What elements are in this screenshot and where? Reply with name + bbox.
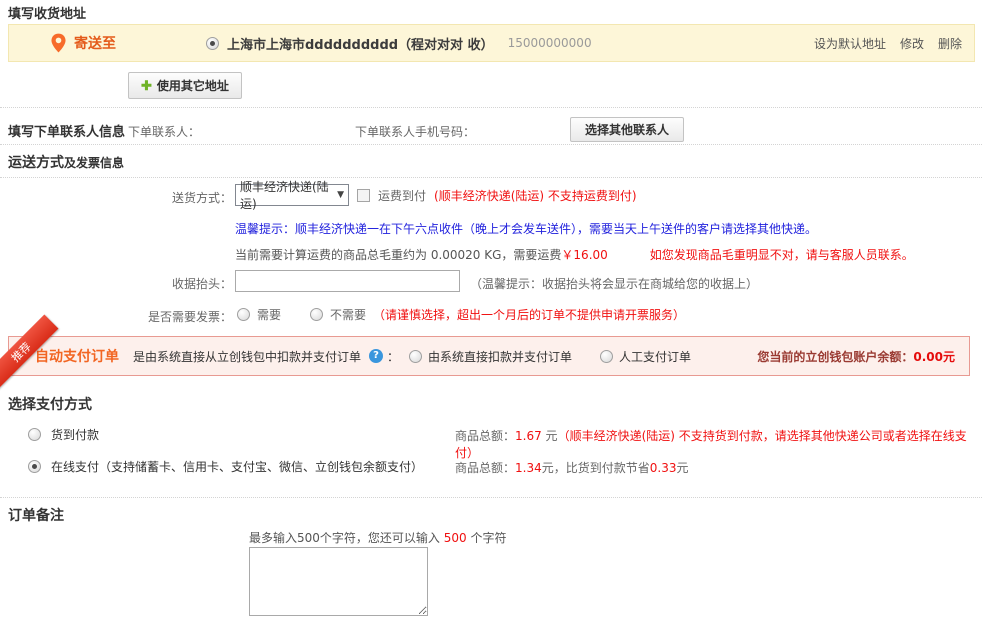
online-pay-label: 在线支付（支持储蓄卡、信用卡、支付宝、微信、立创钱包余额支付） — [51, 458, 423, 475]
shipping-method-select[interactable]: 顺丰经济快递(陆运) ▼ — [235, 184, 349, 206]
address-text: 上海市上海市dddddddddd（程对对对 收） — [227, 34, 494, 53]
choose-other-contact-label: 选择其他联系人 — [585, 121, 669, 138]
separator — [0, 144, 982, 145]
online-total-label: 商品总额： — [455, 461, 515, 475]
invoice-yes-label: 需要 — [257, 306, 281, 323]
auto-pay-banner: 推荐 自动支付订单 是由系统直接从立创钱包中扣款并支付订单 ? ： 由系统直接扣… — [8, 336, 970, 376]
invoice-no-label: 不需要 — [330, 306, 366, 323]
receipt-tip: （温馨提示：收据抬头将会显示在商城给您的收据上） — [470, 275, 758, 292]
receipt-title-label: 收据抬头： — [100, 275, 232, 292]
delete-address-link[interactable]: 删除 — [938, 35, 962, 52]
shipping-section-subtitle: 及发票信息 — [64, 156, 124, 170]
online-pay-radio[interactable] — [28, 460, 41, 473]
freight-collect-checkbox[interactable] — [357, 189, 370, 202]
use-other-address-button[interactable]: ✚ 使用其它地址 — [128, 72, 242, 99]
online-unit: 元 — [676, 461, 688, 475]
cod-radio[interactable] — [28, 428, 41, 441]
cod-total-unit: 元 — [542, 429, 558, 443]
contact-section-title: 填写下单联系人信息 — [8, 121, 125, 140]
cod-total-value: 1.67 — [515, 429, 542, 443]
separator — [0, 177, 982, 178]
address-bar: 寄送至 上海市上海市dddddddddd（程对对对 收） 15000000000… — [8, 24, 975, 62]
edit-address-link[interactable]: 修改 — [900, 35, 924, 52]
set-default-address-link[interactable]: 设为默认地址 — [814, 35, 886, 52]
notes-hint-after: 个字符 — [467, 531, 507, 545]
notes-hint-before: 最多输入500个字符，您还可以输入 — [249, 531, 444, 545]
online-total-value: 1.34 — [515, 461, 542, 475]
wallet-balance-value: 0.00 — [913, 350, 943, 364]
ship-to-label: 寄送至 — [74, 33, 116, 53]
wallet-balance-label: 您当前的立创钱包账户余额： — [757, 350, 913, 364]
help-icon[interactable]: ? — [369, 349, 383, 363]
freight-collect-warning: (顺丰经济快递(陆运) 不支持运费到付) — [434, 187, 637, 204]
contact-phone-label: 下单联系人手机号码： — [355, 123, 475, 140]
location-pin-icon — [51, 33, 66, 53]
auto-pay-manual-label: 人工支付订单 — [619, 348, 691, 365]
invoice-warning: （请谨慎选择，超出一个月后的订单不提供申请开票服务） — [373, 306, 685, 323]
address-radio[interactable] — [206, 37, 219, 50]
cod-label: 货到付款 — [51, 426, 99, 443]
separator — [0, 107, 982, 108]
receipt-title-input[interactable] — [235, 270, 460, 292]
payment-section-title: 选择支付方式 — [8, 394, 92, 414]
freight-amount: ￥16.00 — [561, 248, 607, 262]
auto-pay-system-label: 由系统直接扣款并支付订单 — [428, 348, 572, 365]
weight-text: 当前需要计算运费的商品总毛重约为 0.00020 KG，需要运费 — [235, 248, 561, 262]
cod-total-label: 商品总额： — [455, 429, 515, 443]
shipping-section-title: 运送方式 — [8, 155, 64, 171]
contact-name-label: 下单联系人： — [128, 123, 200, 140]
auto-pay-manual-radio[interactable] — [600, 350, 613, 363]
invoice-yes-radio[interactable] — [237, 308, 250, 321]
shipping-method-label: 送货方式： — [100, 189, 232, 206]
notes-section-title: 订单备注 — [8, 505, 64, 525]
shipping-method-value: 顺丰经济快递(陆运) — [240, 178, 337, 212]
address-section-title: 填写收货地址 — [8, 3, 86, 22]
separator — [0, 497, 982, 498]
invoice-label: 是否需要发票： — [100, 308, 232, 325]
chevron-down-icon: ▼ — [337, 190, 344, 200]
weight-warning: 如您发现商品毛重明显不对，请与客服人员联系。 — [650, 248, 914, 262]
freight-collect-label: 运费到付 — [378, 187, 426, 204]
order-notes-textarea[interactable] — [249, 547, 428, 616]
auto-pay-description: 是由系统直接从立创钱包中扣款并支付订单 — [133, 348, 361, 365]
shipping-tip: 温馨提示：顺丰经济快递一在下午六点收件（晚上才会发车送件），需要当天上午送件的客… — [235, 220, 817, 237]
checkout-page: 填写收货地址 寄送至 上海市上海市dddddddddd（程对对对 收） 1500… — [0, 0, 982, 619]
plus-icon: ✚ — [141, 78, 152, 94]
online-save-value: 0.33 — [650, 461, 677, 475]
online-mid-text: 元，比货到付款节省 — [542, 461, 650, 475]
auto-pay-title: 自动支付订单 — [35, 346, 119, 366]
wallet-balance-unit: 元 — [943, 350, 955, 364]
address-phone: 15000000000 — [508, 36, 592, 50]
notes-remaining-count: 500 — [444, 531, 467, 545]
choose-other-contact-button[interactable]: 选择其他联系人 — [570, 117, 684, 142]
auto-pay-system-radio[interactable] — [409, 350, 422, 363]
invoice-no-radio[interactable] — [310, 308, 323, 321]
auto-pay-colon: ： — [387, 348, 399, 365]
use-other-address-label: 使用其它地址 — [157, 77, 229, 94]
